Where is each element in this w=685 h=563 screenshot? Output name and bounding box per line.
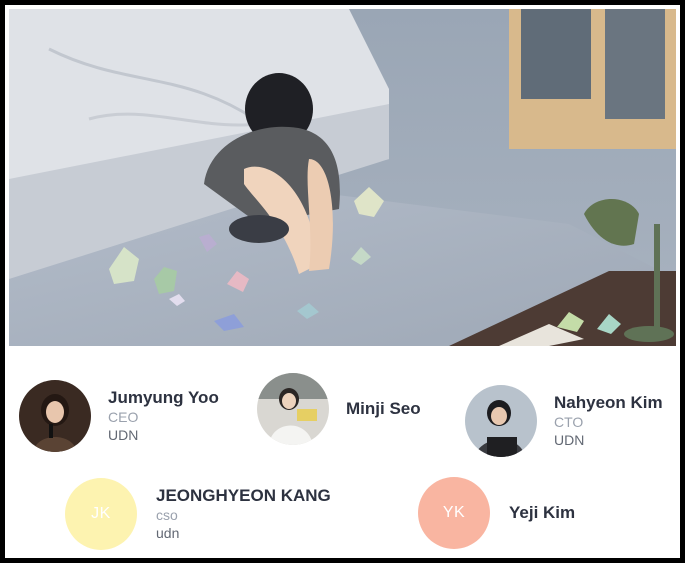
member-role: CTO <box>554 414 584 430</box>
member-role: CEO <box>108 409 139 425</box>
team-member-nahyeon-kim[interactable]: Nahyeon Kim CTO UDN <box>465 385 663 457</box>
team-member-yeji-kim[interactable]: YK Yeji Kim <box>418 477 575 549</box>
member-name: Yeji Kim <box>509 503 576 522</box>
member-name: Minji Seo <box>346 399 421 418</box>
avatar-initials: JK <box>65 478 137 550</box>
avatar-initials: YK <box>418 477 490 549</box>
member-role: cso <box>156 507 178 523</box>
hero-illustration <box>9 9 676 346</box>
team-member-jeonghyeon-kang[interactable]: JK JEONGHYEON KANG cso udn <box>65 478 331 550</box>
member-name: Jumyung Yoo <box>108 388 219 407</box>
member-name: JEONGHYEON KANG <box>156 486 331 505</box>
member-name: Nahyeon Kim <box>554 393 663 412</box>
member-org: UDN <box>554 432 585 448</box>
avatar <box>19 380 91 452</box>
member-org: UDN <box>108 427 139 443</box>
member-org: udn <box>156 525 180 541</box>
team-member-minji-seo[interactable]: Minji Seo <box>257 373 421 445</box>
avatar <box>465 385 537 457</box>
team-member-jumyung-yoo[interactable]: Jumyung Yoo CEO UDN <box>19 380 219 452</box>
avatar <box>257 373 329 445</box>
